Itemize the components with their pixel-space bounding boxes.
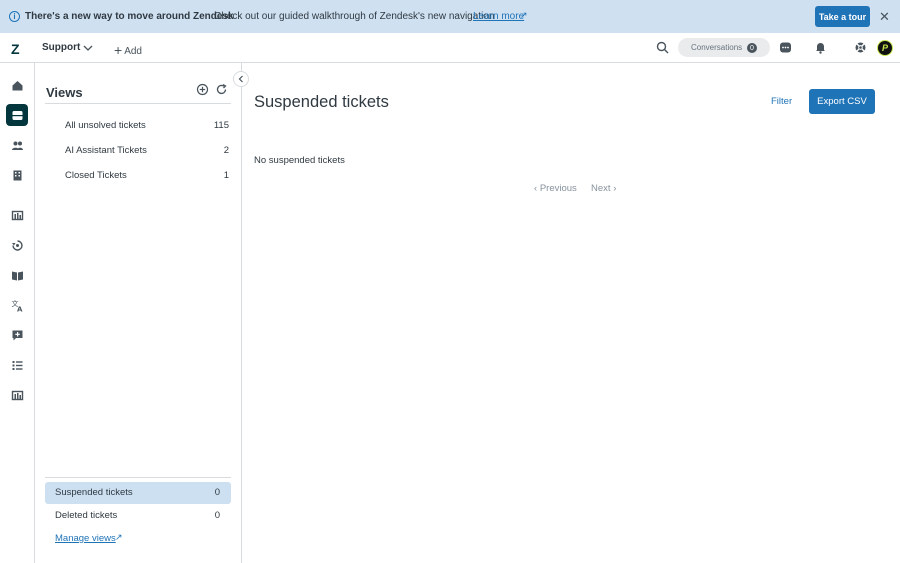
refresh-icon[interactable] [215, 83, 228, 96]
routing-icon[interactable] [6, 234, 28, 256]
view-item-all-unsolved[interactable]: All unsolved tickets 115 [45, 115, 231, 137]
search-icon[interactable] [656, 41, 669, 54]
product-switcher[interactable]: Support [42, 42, 80, 53]
banner-message: Check out our guided walkthrough of Zend… [214, 11, 495, 22]
previous-page-button[interactable]: ‹ Previous [534, 183, 577, 194]
plus-icon: + [114, 42, 123, 58]
learn-more-link[interactable]: Learn more [473, 11, 524, 22]
conversations-count-badge: 0 [747, 43, 757, 53]
reporting-icon[interactable] [6, 204, 28, 226]
close-icon[interactable]: ✕ [879, 9, 890, 25]
view-label: All unsolved tickets [65, 120, 146, 131]
top-bar: Z Support + Add Conversations 0 P [0, 33, 900, 63]
customers-icon[interactable] [6, 134, 28, 156]
zendesk-logo-icon[interactable]: Z [11, 41, 20, 57]
tickets-icon[interactable] [6, 104, 28, 126]
previous-label: Previous [539, 183, 577, 194]
view-label: Closed Tickets [65, 170, 127, 181]
translate-icon[interactable]: 文A [6, 294, 28, 316]
svg-text:A: A [17, 305, 23, 312]
add-view-icon[interactable] [196, 83, 209, 96]
home-icon[interactable] [6, 74, 28, 96]
views-panel: Views All unsolved tickets 115 AI Assist… [35, 63, 242, 563]
view-count: 0 [214, 487, 220, 498]
take-a-tour-button[interactable]: Take a tour [815, 6, 870, 27]
view-item-ai-assistant[interactable]: AI Assistant Tickets 2 [45, 140, 231, 162]
divider [45, 103, 231, 104]
view-item-suspended[interactable]: Suspended tickets 0 [45, 482, 231, 504]
help-lifebuoy-icon[interactable] [854, 41, 867, 54]
views-title: Views [46, 85, 83, 100]
filter-button[interactable]: Filter [771, 96, 792, 107]
external-link-icon: ↗ [115, 532, 123, 542]
lists-icon[interactable] [6, 354, 28, 376]
organizations-icon[interactable] [6, 164, 28, 186]
conversations-label: Conversations [691, 43, 743, 52]
export-csv-button[interactable]: Export CSV [809, 89, 875, 114]
main-content: Suspended tickets Filter Export CSV No s… [242, 63, 900, 563]
external-link-icon: ↗ [520, 10, 528, 20]
chat-icon[interactable] [779, 41, 792, 54]
view-item-closed[interactable]: Closed Tickets 1 [45, 165, 231, 187]
view-count: 0 [214, 510, 220, 521]
divider [45, 477, 231, 478]
view-count: 1 [223, 170, 229, 181]
page-title: Suspended tickets [254, 93, 389, 111]
product-nav-rail: 文A [0, 63, 35, 563]
next-label: Next [591, 183, 611, 194]
info-icon: i [9, 11, 20, 22]
reports-icon[interactable] [6, 384, 28, 406]
view-count: 115 [213, 120, 229, 131]
view-label: Suspended tickets [55, 487, 133, 498]
user-avatar[interactable]: P [877, 40, 893, 56]
view-count: 2 [223, 145, 229, 156]
add-label: Add [124, 46, 142, 57]
manage-views-link[interactable]: Manage views [55, 533, 116, 544]
add-button[interactable]: + Add [114, 41, 142, 58]
chevron-down-icon[interactable] [82, 42, 94, 54]
empty-state-message: No suspended tickets [254, 155, 345, 166]
chevron-right-icon: › [613, 183, 617, 194]
view-label: Deleted tickets [55, 510, 118, 521]
notifications-bell-icon[interactable] [814, 41, 827, 54]
view-label: AI Assistant Tickets [65, 145, 147, 156]
view-item-deleted[interactable]: Deleted tickets 0 [45, 505, 231, 527]
knowledge-icon[interactable] [6, 264, 28, 286]
banner-title: There's a new way to move around Zendesk [25, 11, 234, 22]
messaging-icon[interactable] [6, 324, 28, 346]
announcement-banner: i There's a new way to move around Zende… [0, 0, 900, 33]
next-page-button[interactable]: Next › [591, 183, 616, 194]
conversations-button[interactable]: Conversations 0 [678, 38, 770, 57]
